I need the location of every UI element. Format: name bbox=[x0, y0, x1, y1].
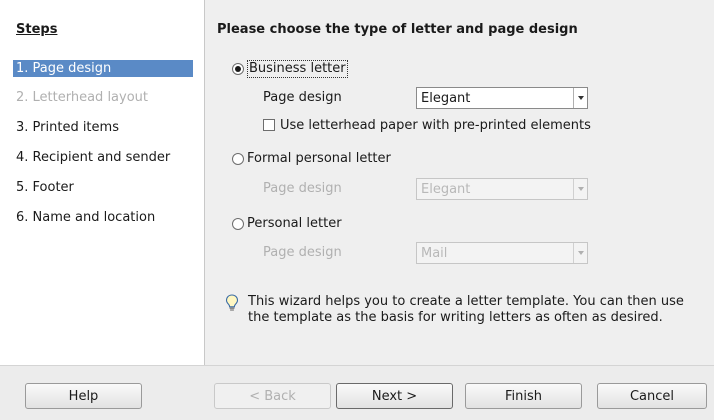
formal-page-design-select: Elegant bbox=[416, 178, 588, 200]
personal-page-design-select: Mail bbox=[416, 242, 588, 264]
letterhead-checkbox[interactable] bbox=[263, 119, 275, 131]
formal-page-design-label: Page design bbox=[263, 181, 342, 196]
step-footer[interactable]: 5. Footer bbox=[13, 179, 193, 196]
main-panel: Please choose the type of letter and pag… bbox=[206, 0, 714, 365]
personal-letter-label: Personal letter bbox=[247, 216, 342, 231]
finish-label: Finish bbox=[504, 388, 542, 404]
personal-letter-radio[interactable]: Personal letter bbox=[232, 215, 342, 233]
letterhead-checkbox-row[interactable]: Use letterhead paper with pre-printed el… bbox=[263, 117, 591, 133]
chevron-down-icon[interactable] bbox=[573, 88, 587, 108]
lightbulb-icon bbox=[225, 294, 239, 311]
letterhead-checkbox-label: Use letterhead paper with pre-printed el… bbox=[280, 117, 591, 133]
select-value: Mail bbox=[421, 245, 448, 261]
business-letter-radio[interactable]: Business letter bbox=[232, 60, 348, 78]
button-bar: Help < Back Next > Finish Cancel bbox=[0, 365, 714, 420]
chevron-down-icon bbox=[573, 243, 587, 263]
finish-button[interactable]: Finish bbox=[465, 383, 582, 409]
select-value: Elegant bbox=[421, 181, 471, 197]
next-button[interactable]: Next > bbox=[336, 383, 453, 409]
step-printed-items[interactable]: 3. Printed items bbox=[13, 119, 193, 136]
cancel-label: Cancel bbox=[629, 388, 675, 404]
step-name-location[interactable]: 6. Name and location bbox=[13, 209, 193, 226]
step-letterhead-layout: 2. Letterhead layout bbox=[16, 90, 149, 105]
page-title: Please choose the type of letter and pag… bbox=[217, 22, 578, 37]
help-button[interactable]: Help bbox=[25, 383, 142, 409]
chevron-down-icon bbox=[573, 179, 587, 199]
back-button: < Back bbox=[214, 383, 331, 409]
help-label: Help bbox=[68, 388, 99, 404]
business-page-design-label: Page design bbox=[263, 90, 342, 105]
hint-text: This wizard helps you to create a letter… bbox=[248, 294, 684, 325]
radio-unchecked-icon bbox=[232, 218, 244, 230]
select-value: Elegant bbox=[421, 90, 471, 106]
back-label: < Back bbox=[249, 388, 296, 404]
business-page-design-select[interactable]: Elegant bbox=[416, 87, 588, 109]
step-page-design[interactable]: 1. Page design bbox=[13, 60, 193, 77]
formal-personal-letter-radio[interactable]: Formal personal letter bbox=[232, 150, 391, 168]
personal-page-design-label: Page design bbox=[263, 245, 342, 260]
wizard-hint: This wizard helps you to create a letter… bbox=[225, 294, 695, 326]
next-label: Next > bbox=[371, 388, 418, 404]
business-letter-label: Business letter bbox=[247, 60, 348, 78]
cancel-button[interactable]: Cancel bbox=[597, 383, 707, 409]
steps-sidebar: Steps 1. Page design 2. Letterhead layou… bbox=[0, 0, 205, 365]
radio-unchecked-icon bbox=[232, 153, 244, 165]
formal-personal-letter-label: Formal personal letter bbox=[247, 151, 391, 166]
radio-checked-icon bbox=[232, 63, 244, 75]
steps-title: Steps bbox=[16, 22, 58, 37]
step-recipient-sender[interactable]: 4. Recipient and sender bbox=[13, 149, 193, 166]
